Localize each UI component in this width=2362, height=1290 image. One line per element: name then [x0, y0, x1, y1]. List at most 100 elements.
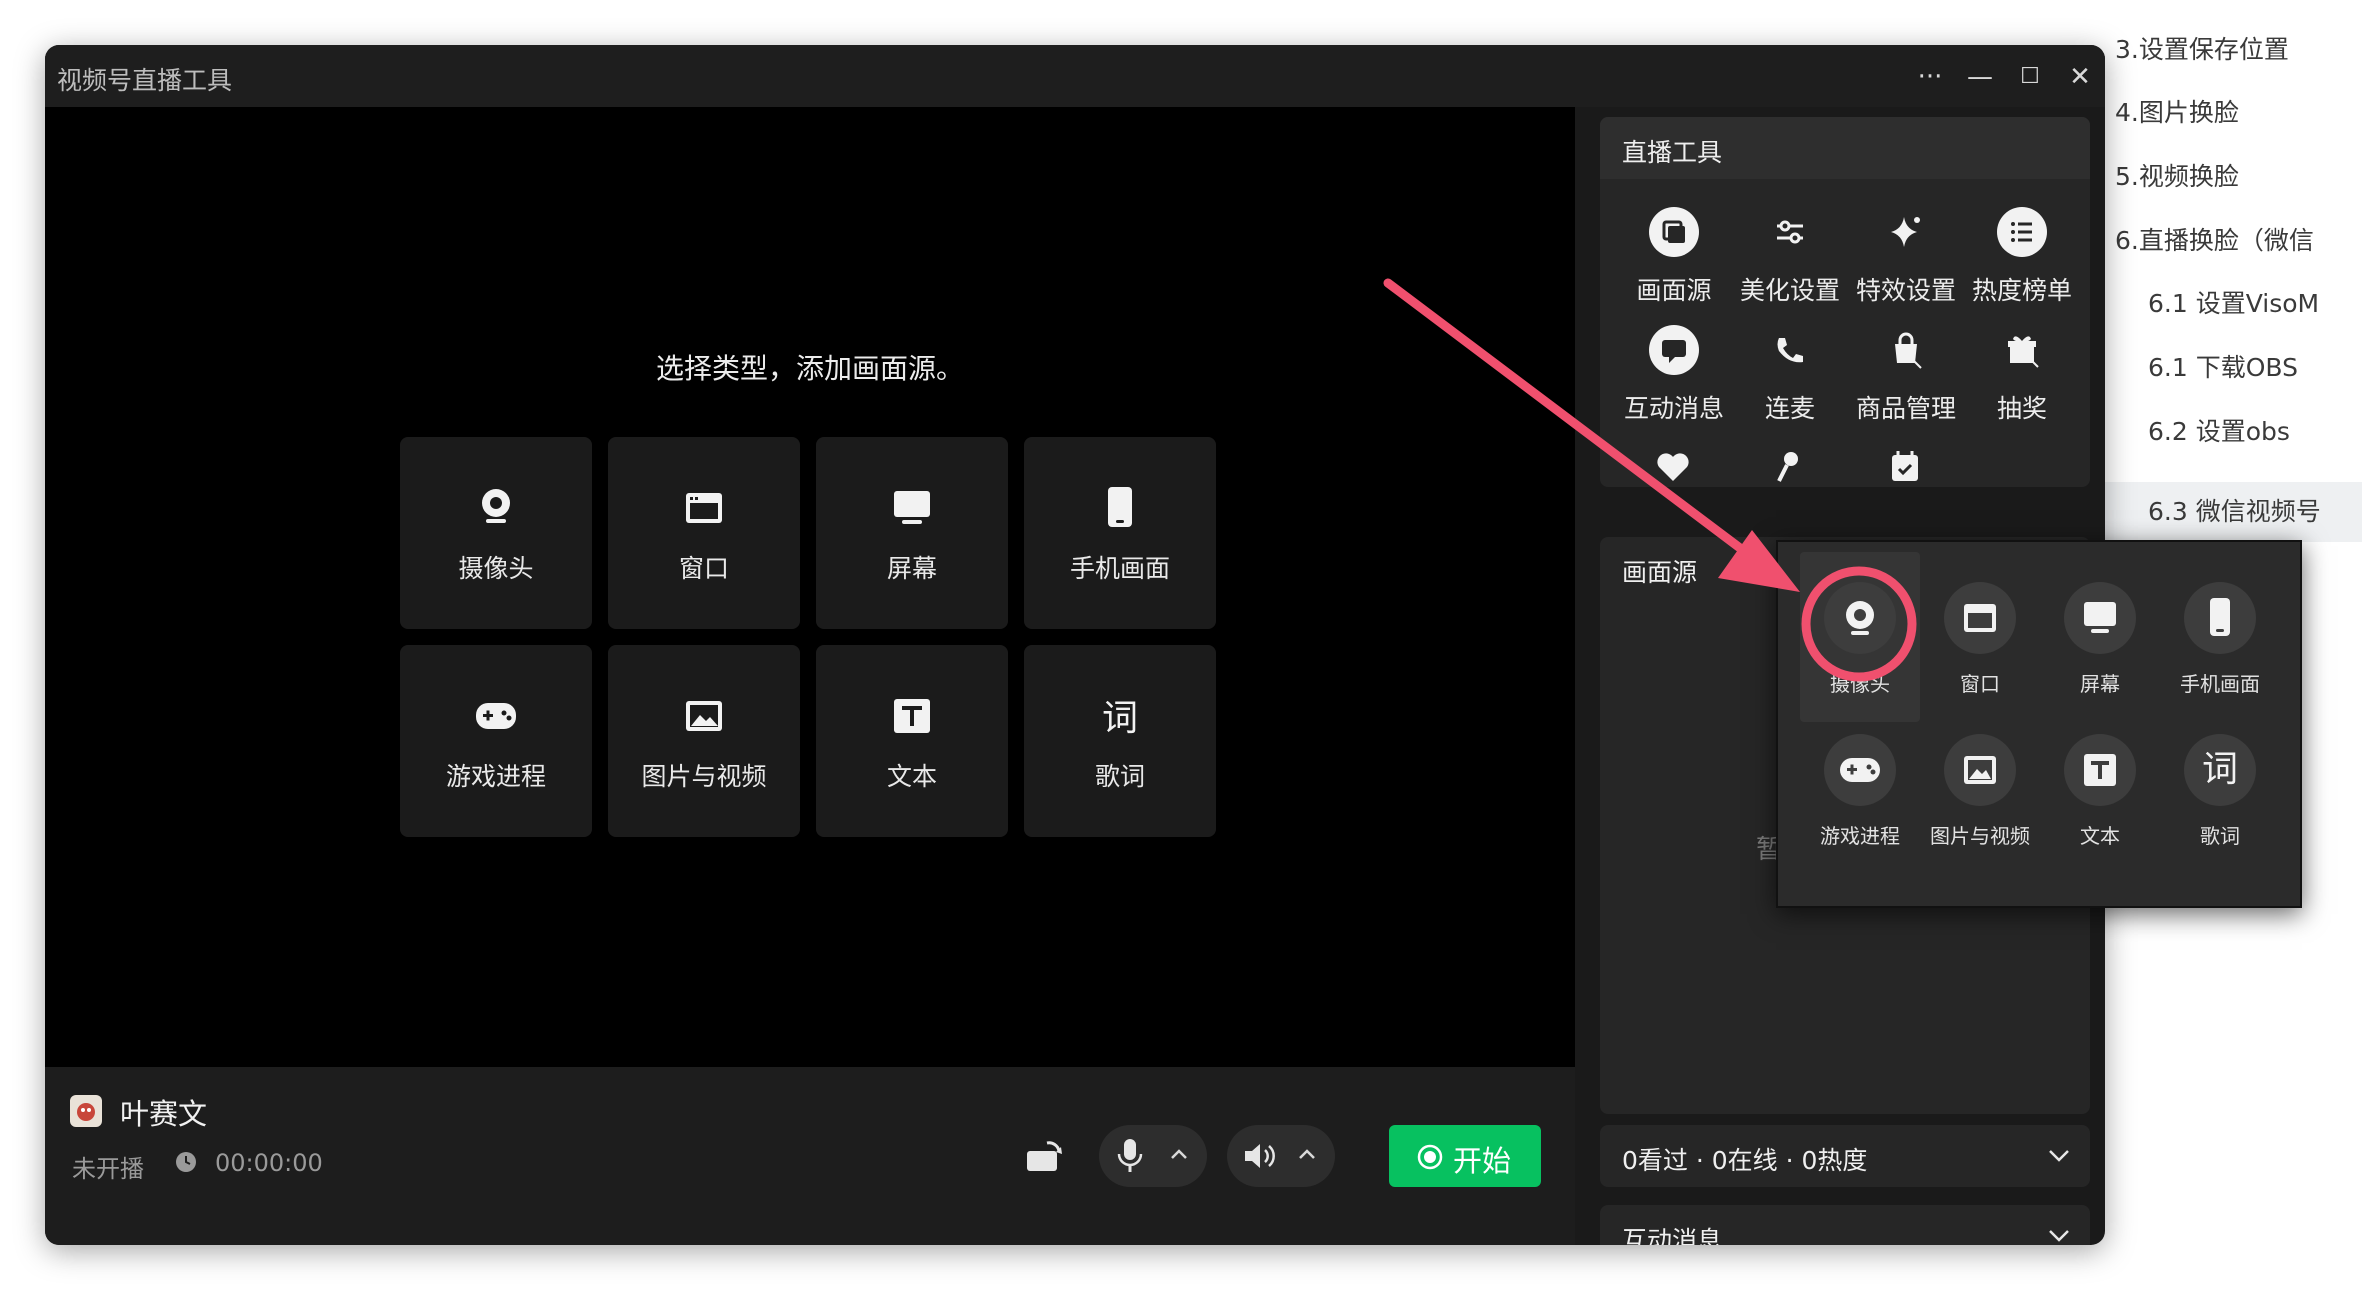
record-icon	[1417, 1144, 1443, 1170]
source-tile-game[interactable]: 游戏进程	[400, 645, 592, 837]
maximize-button[interactable]: ☐	[2008, 55, 2052, 99]
preview-area: 选择类型，添加画面源。 摄像头 窗口 屏幕 手机画面 游戏进程 图片与视频 文本…	[45, 107, 1575, 1067]
close-button[interactable]: ✕	[2058, 55, 2102, 99]
add-source-popup: 摄像头 窗口 屏幕 手机画面 游戏进程 图片与视频 文本 词 歌词	[1776, 540, 2302, 908]
tile-label: 歌词	[1094, 762, 1145, 791]
source-tile-screen[interactable]: 屏幕	[816, 437, 1008, 629]
source-tile-phone[interactable]: 手机画面	[1024, 437, 1216, 629]
chevron-down-icon[interactable]	[2046, 1227, 2072, 1245]
toc-item[interactable]: 6.1 设置VisoM	[2148, 284, 2319, 324]
microphone-control[interactable]	[1099, 1125, 1207, 1187]
start-label: 开始	[1453, 1144, 1512, 1178]
stats-text: 0看过 · 0在线 · 0热度	[1622, 1146, 1868, 1175]
popup-item-label: 手机画面	[2180, 672, 2260, 696]
chat-icon	[1649, 325, 1699, 375]
tool-label: 画面源	[1636, 276, 1712, 305]
popup-item-label: 图片与视频	[1930, 824, 2030, 848]
tool-item-ranking[interactable]: 热度榜单	[1964, 207, 2080, 307]
tile-label: 摄像头	[458, 554, 534, 583]
source-tile-text[interactable]: 文本	[816, 645, 1008, 837]
messages-panel[interactable]: 互动消息	[1600, 1205, 2090, 1245]
toc-item[interactable]: 3.设置保存位置	[2115, 30, 2289, 70]
avatar[interactable]	[70, 1095, 102, 1127]
chevron-down-icon[interactable]	[2046, 1147, 2072, 1165]
phone-icon	[2184, 582, 2256, 654]
sparkle-icon	[1881, 207, 1931, 257]
bottom-control-bar: 叶赛文 未开播 00:00:00 开始	[45, 1067, 1575, 1245]
stats-panel[interactable]: 0看过 · 0在线 · 0热度	[1600, 1125, 2090, 1187]
toc-item[interactable]: 4.图片换脸	[2115, 93, 2239, 133]
toc-item[interactable]: 6.直播换脸（微信	[2115, 221, 2314, 261]
tool-item-effects[interactable]: 特效设置	[1848, 207, 1964, 307]
chevron-up-icon[interactable]	[1297, 1147, 1317, 1161]
source-tile-window[interactable]: 窗口	[608, 437, 800, 629]
microphone-icon[interactable]	[1117, 1139, 1143, 1173]
tool-item-sources[interactable]: 画面源	[1616, 207, 1732, 307]
popup-item-image-video[interactable]: 图片与视频	[1925, 734, 2035, 849]
clock-icon	[175, 1151, 197, 1173]
calendar-icon[interactable]	[1885, 445, 1925, 487]
tile-label: 手机画面	[1069, 554, 1170, 583]
tool-item-co-host[interactable]: 连麦	[1732, 325, 1848, 425]
speaker-icon[interactable]	[1243, 1141, 1277, 1171]
source-tile-image-video[interactable]: 图片与视频	[608, 645, 800, 837]
monitor-icon	[2064, 582, 2136, 654]
popup-item-label: 窗口	[1960, 672, 2000, 696]
toc-item[interactable]: 6.2 设置obs	[2148, 412, 2290, 452]
popup-item-text[interactable]: 文本	[2045, 734, 2155, 849]
image-icon	[1944, 734, 2016, 806]
tool-label: 连麦	[1764, 394, 1815, 423]
more-icon[interactable]: ···	[1908, 55, 1952, 99]
heart-icon[interactable]	[1653, 445, 1693, 487]
lyrics-icon: 词	[2184, 734, 2256, 806]
live-tools-panel: 直播工具 画面源 美化设置 特效设置 热度榜单 互动消息 连麦 商品管理 抽奖	[1600, 117, 2090, 487]
popup-item-camera[interactable]: 摄像头	[1805, 582, 1915, 697]
shopping-bag-icon	[1881, 325, 1931, 375]
popup-item-label: 歌词	[2200, 824, 2240, 848]
popup-item-label: 游戏进程	[1820, 824, 1900, 848]
sliders-icon	[1765, 207, 1815, 257]
tool-item-beauty[interactable]: 美化设置	[1732, 207, 1848, 307]
screenshot-stage: 3.设置保存位置 4.图片换脸 5.视频换脸 6.直播换脸（微信 6.1 设置V…	[0, 0, 2362, 1290]
mic-effect-icon[interactable]	[1769, 445, 1809, 487]
add-source-prompt: 选择类型，添加画面源。	[655, 352, 964, 385]
tool-label: 商品管理	[1855, 394, 1956, 423]
popup-item-phone[interactable]: 手机画面	[2165, 582, 2275, 697]
list-icon	[1997, 207, 2047, 257]
title-bar[interactable]: 视频号直播工具 ··· — ☐ ✕	[45, 45, 2105, 107]
messages-title: 互动消息	[1622, 1226, 1723, 1245]
rotate-screen-icon[interactable]	[1025, 1139, 1065, 1175]
call-icon	[1765, 325, 1815, 375]
popup-item-lyrics[interactable]: 词 歌词	[2165, 734, 2275, 849]
popup-item-window[interactable]: 窗口	[1925, 582, 2035, 697]
window-title: 视频号直播工具	[57, 66, 233, 95]
toc-item[interactable]: 5.视频换脸	[2115, 157, 2239, 197]
window-icon	[608, 487, 800, 527]
layers-icon	[1649, 207, 1699, 257]
tool-item-lottery[interactable]: 抽奖	[1964, 325, 2080, 425]
lyrics-icon: 词	[1101, 698, 1138, 739]
source-tile-lyrics[interactable]: 词 歌词	[1024, 645, 1216, 837]
tool-item-products[interactable]: 商品管理	[1848, 325, 1964, 425]
chevron-up-icon[interactable]	[1169, 1147, 1189, 1161]
speaker-control[interactable]	[1227, 1125, 1335, 1187]
tile-label: 文本	[886, 762, 937, 791]
tool-label: 美化设置	[1739, 276, 1840, 305]
start-live-button[interactable]: 开始	[1389, 1125, 1541, 1187]
toc-item[interactable]: 6.1 下载OBS	[2148, 348, 2298, 388]
tile-label: 游戏进程	[445, 762, 546, 791]
minimize-button[interactable]: —	[1958, 55, 2002, 99]
sources-title: 画面源	[1622, 558, 1698, 587]
tool-item-messages[interactable]: 互动消息	[1616, 325, 1732, 425]
gamepad-icon	[1824, 734, 1896, 806]
tool-label: 抽奖	[1996, 394, 2047, 423]
image-icon	[608, 695, 800, 735]
popup-item-screen[interactable]: 屏幕	[2045, 582, 2155, 697]
popup-item-game[interactable]: 游戏进程	[1805, 734, 1915, 849]
live-status: 未开播	[72, 1155, 144, 1183]
source-tile-camera[interactable]: 摄像头	[400, 437, 592, 629]
toc-item-active[interactable]: 6.3 微信视频号	[2105, 482, 2362, 542]
window-icon	[1944, 582, 2016, 654]
live-tools-title: 直播工具	[1622, 138, 1723, 167]
tile-label: 屏幕	[886, 554, 937, 583]
